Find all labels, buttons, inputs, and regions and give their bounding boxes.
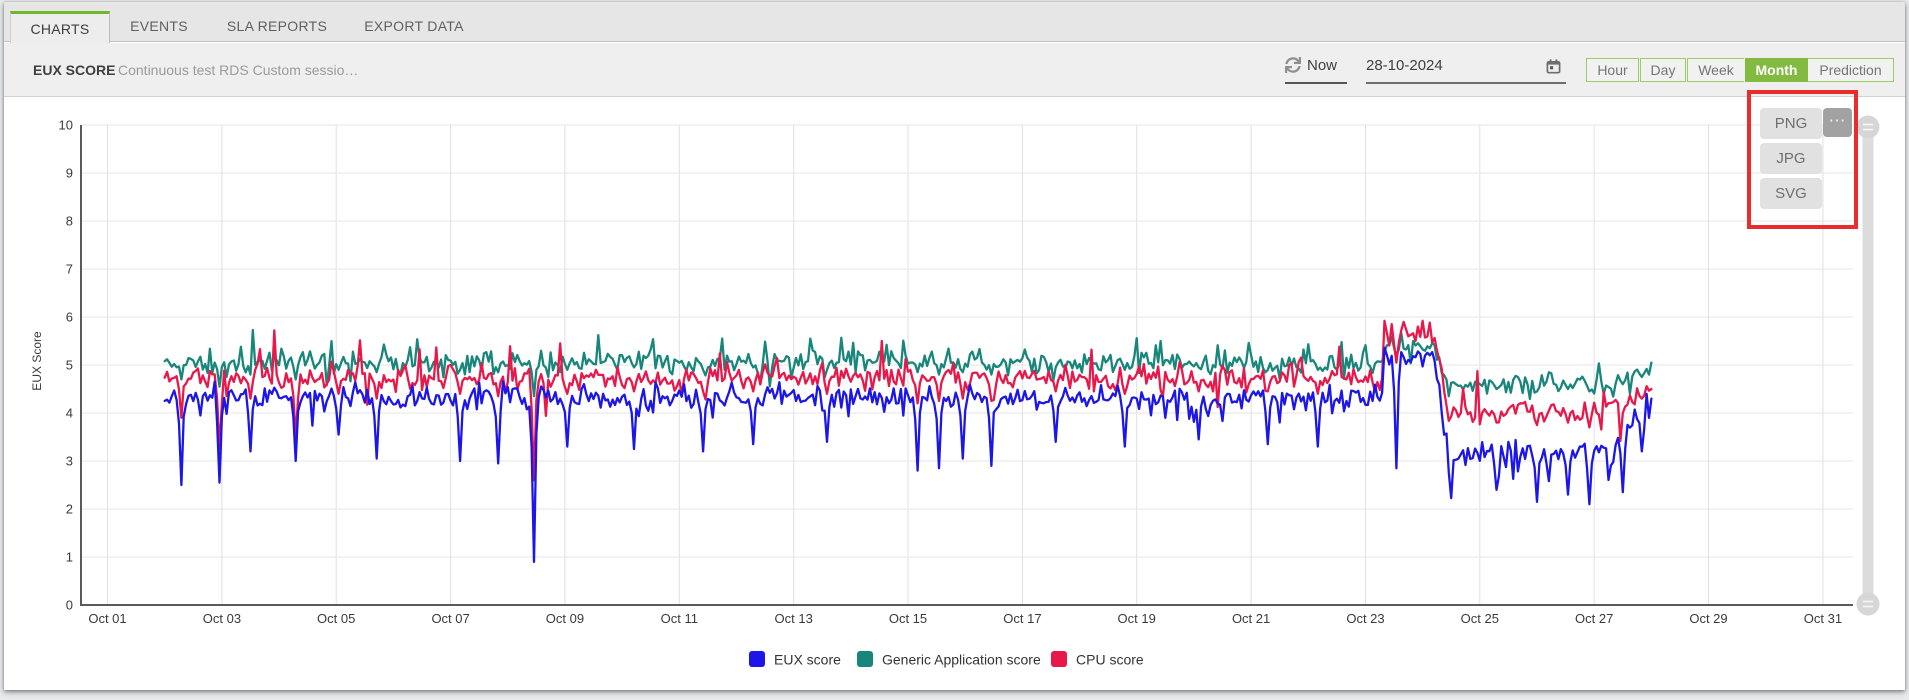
svg-text:Oct 21: Oct 21 (1232, 611, 1270, 626)
svg-text:CPU score: CPU score (1076, 652, 1144, 668)
svg-text:0: 0 (66, 598, 73, 613)
svg-text:EUX Score: EUX Score (30, 331, 44, 391)
svg-text:4: 4 (66, 406, 73, 421)
svg-text:2: 2 (66, 502, 73, 517)
svg-text:5: 5 (66, 358, 73, 373)
svg-text:Oct 03: Oct 03 (203, 611, 241, 626)
svg-text:1: 1 (66, 550, 73, 565)
svg-text:Oct 19: Oct 19 (1118, 611, 1156, 626)
svg-text:EUX score: EUX score (774, 652, 841, 668)
svg-text:Oct 11: Oct 11 (661, 611, 698, 626)
svg-text:Oct 25: Oct 25 (1461, 611, 1499, 626)
svg-text:9: 9 (66, 166, 73, 181)
svg-text:Oct 31: Oct 31 (1804, 611, 1842, 626)
svg-text:Oct 29: Oct 29 (1689, 611, 1727, 626)
svg-text:Oct 17: Oct 17 (1003, 611, 1041, 626)
svg-text:Oct 01: Oct 01 (88, 611, 126, 626)
svg-text:7: 7 (66, 262, 73, 277)
svg-text:Generic Application score: Generic Application score (882, 652, 1041, 668)
svg-text:10: 10 (59, 118, 73, 133)
svg-text:Oct 13: Oct 13 (775, 611, 813, 626)
svg-text:Oct 15: Oct 15 (889, 611, 927, 626)
svg-text:6: 6 (66, 310, 73, 325)
svg-text:Oct 09: Oct 09 (546, 611, 584, 626)
svg-text:Oct 27: Oct 27 (1575, 611, 1613, 626)
svg-text:Oct 05: Oct 05 (317, 611, 355, 626)
svg-text:8: 8 (66, 214, 73, 229)
svg-text:Oct 23: Oct 23 (1346, 611, 1384, 626)
svg-text:3: 3 (66, 454, 73, 469)
svg-text:Oct 07: Oct 07 (431, 611, 469, 626)
